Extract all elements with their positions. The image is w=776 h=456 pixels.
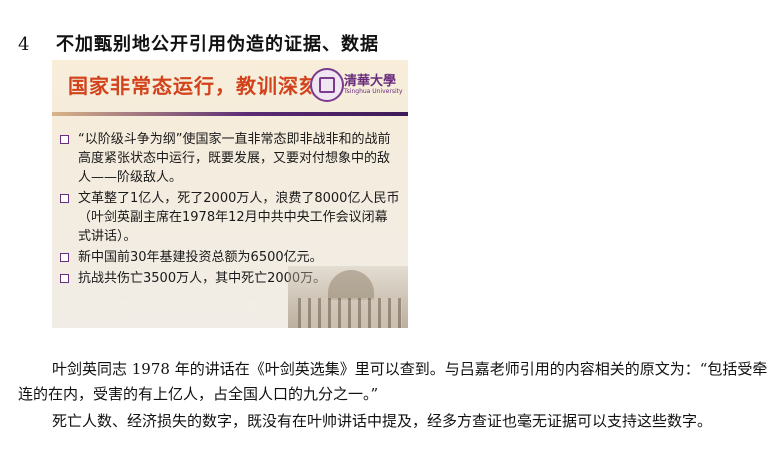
section-heading: 4 不加甄别地公开引用伪造的证据、数据 <box>18 30 379 56</box>
slide-bullet: “以阶级斗争为纲”使国家一直非常态即非战非和的战前高度紧张状态中运行，既要发展，… <box>60 130 400 187</box>
slide-image: 国家非常态运行，教训深刻 清華大學 Tsinghua University “以… <box>52 60 408 328</box>
slide-divider <box>52 112 408 116</box>
bullet-square-icon <box>60 253 69 262</box>
bullet-square-icon <box>60 135 69 144</box>
section-number: 4 <box>18 34 31 55</box>
university-logo-subtext: Tsinghua University <box>344 88 403 95</box>
body-paragraph-2: 死亡人数、经济损失的数字，既没有在叶帅讲话中提及，经多方查证也毫无证据可以支持这… <box>52 412 713 430</box>
university-building-image <box>288 266 408 328</box>
university-seal-icon <box>310 68 344 102</box>
bullet-square-icon <box>60 194 69 203</box>
section-title: 不加甄别地公开引用伪造的证据、数据 <box>56 34 379 55</box>
body-paragraph-1: 叶剑英同志 1978 年的讲话在《叶剑英选集》里可以查到。与吕嘉老师引用的内容相… <box>18 360 768 403</box>
slide-title: 国家非常态运行，教训深刻 <box>68 74 320 98</box>
slide-bullet: 文革整了1亿人，死了2000万人，浪费了8000亿人民币（叶剑英副主席在1978… <box>60 189 400 246</box>
university-logo-text: 清華大學 <box>344 74 397 89</box>
bullet-square-icon <box>60 274 69 283</box>
slide-bullet: 新中国前30年基建投资总额为6500亿元。 <box>60 248 400 267</box>
